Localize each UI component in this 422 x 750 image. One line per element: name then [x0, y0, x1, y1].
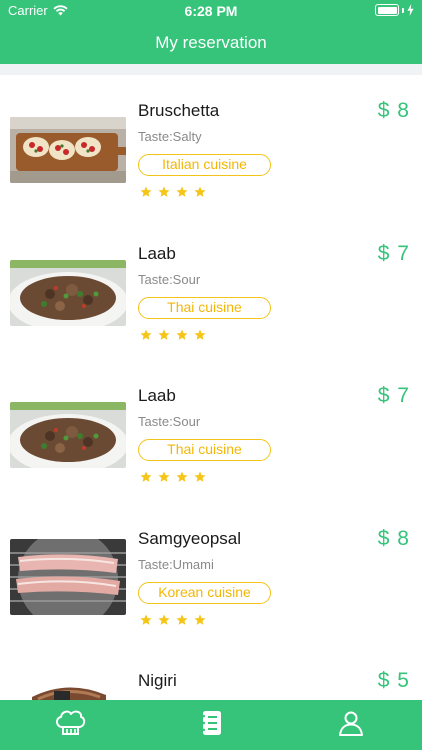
laab-photo [10, 402, 126, 468]
rating-stars [140, 186, 206, 198]
star-icon [194, 614, 206, 625]
dish-price: $ 5 [377, 669, 410, 692]
cuisine-tag: Thai cuisine [138, 439, 271, 461]
tab-chef[interactable] [52, 708, 88, 738]
dish-taste: Taste:Sour [138, 414, 201, 429]
reservation-item[interactable]: Nigiri $ 5 [0, 645, 422, 700]
star-icon [158, 329, 170, 340]
tab-profile[interactable] [333, 708, 369, 738]
page-title: My reservation [155, 33, 267, 52]
bruschetta-photo [10, 117, 126, 183]
star-icon [158, 614, 170, 625]
dish-taste: Taste:Sour [138, 272, 201, 287]
nigiri-photo [10, 681, 126, 700]
star-icon [140, 471, 152, 482]
star-icon [140, 614, 152, 625]
cuisine-tag: Italian cuisine [138, 154, 271, 176]
reservation-list[interactable]: Bruschetta Taste:Salty Italian cuisine $… [0, 75, 422, 700]
star-icon [194, 329, 206, 340]
dish-taste: Taste:Salty [138, 129, 202, 144]
menu-book-icon [201, 711, 221, 735]
cuisine-tag: Thai cuisine [138, 297, 271, 319]
dish-name: Laab [138, 386, 176, 405]
star-icon [194, 186, 206, 197]
charging-bolt-icon [407, 4, 414, 16]
battery-icon [375, 4, 399, 16]
rating-stars [140, 614, 206, 626]
dish-name: Laab [138, 244, 176, 263]
chef-hat-icon [56, 710, 86, 735]
user-icon [339, 711, 363, 736]
dish-taste: Taste:Umami [138, 557, 214, 572]
reservation-item[interactable]: Samgyeopsal Taste:Umami Korean cuisine $… [0, 503, 422, 645]
status-time: 6:28 PM [184, 3, 238, 19]
cuisine-tag: Korean cuisine [138, 582, 271, 604]
dish-price: $ 8 [377, 99, 410, 122]
dish-name: Nigiri [138, 671, 177, 690]
reservation-item[interactable]: Laab Taste:Sour Thai cuisine $ 7 [0, 360, 422, 502]
dish-name: Bruschetta [138, 101, 220, 120]
header: Carrier 6:28 PM My reservation [0, 0, 422, 64]
dish-price: $ 8 [377, 527, 410, 550]
laab-photo [10, 260, 126, 326]
reservation-item[interactable]: Bruschetta Taste:Salty Italian cuisine $… [0, 75, 422, 217]
star-icon [158, 186, 170, 197]
star-icon [140, 186, 152, 197]
reservation-item[interactable]: Laab Taste:Sour Thai cuisine $ 7 [0, 218, 422, 360]
star-icon [158, 471, 170, 482]
dish-name: Samgyeopsal [138, 529, 242, 548]
dish-price: $ 7 [377, 242, 410, 265]
tab-reservations[interactable] [193, 708, 229, 738]
star-icon [194, 471, 206, 482]
star-icon [140, 329, 152, 340]
star-icon [176, 471, 188, 482]
star-icon [176, 329, 188, 340]
star-icon [176, 614, 188, 625]
dish-price: $ 7 [377, 384, 410, 407]
header-divider [0, 64, 422, 75]
status-bar: Carrier 6:28 PM [0, 0, 422, 22]
samgyeopsal-photo [10, 539, 126, 615]
battery-indicator [375, 4, 414, 16]
rating-stars [140, 329, 206, 341]
star-icon [176, 186, 188, 197]
rating-stars [140, 471, 206, 483]
tab-bar [0, 700, 422, 750]
